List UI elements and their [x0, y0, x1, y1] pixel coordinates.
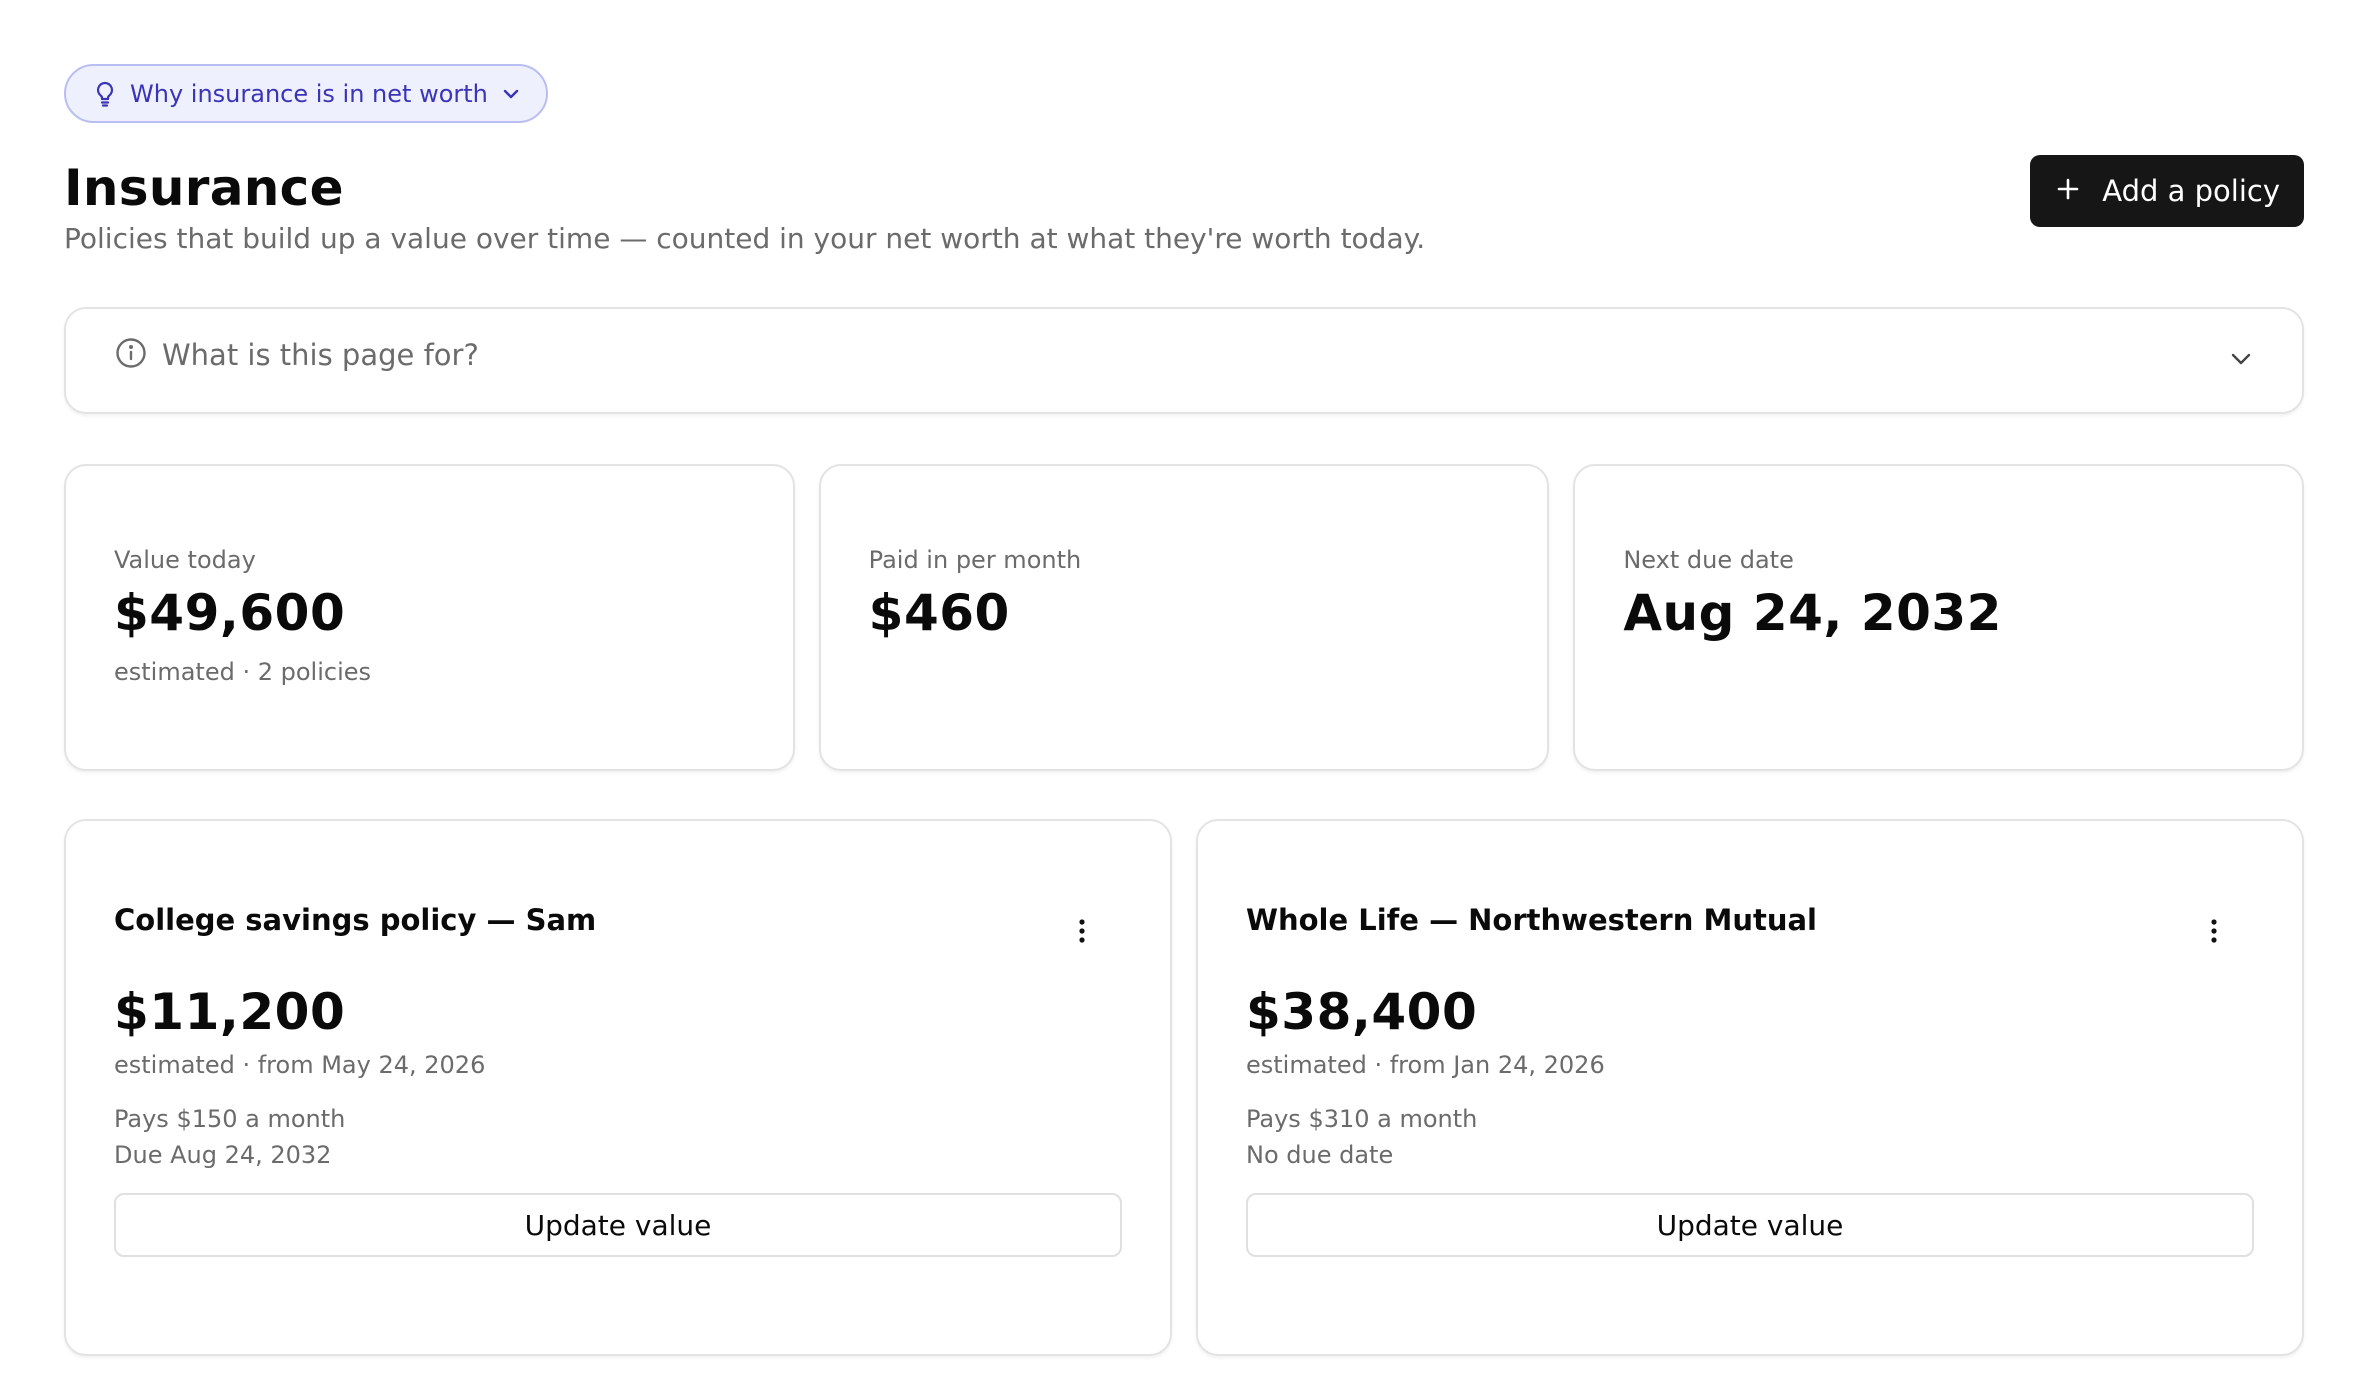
add-policy-label: Add a policy	[2102, 174, 2280, 208]
stat-card-paid-per-month: Paid in per month $460	[818, 464, 1550, 771]
stat-label: Value today	[114, 546, 256, 574]
policy-list: College savings policy — Sam $11,200 est…	[64, 819, 2304, 1356]
chevron-down-icon	[502, 88, 520, 100]
policy-payment: Pays $150 a month	[114, 1105, 346, 1133]
stat-value: Aug 24, 2032	[1623, 584, 2002, 642]
policy-due-date: Due Aug 24, 2032	[114, 1141, 332, 1169]
policy-value: $11,200	[114, 983, 346, 1041]
chevron-down-icon	[2230, 351, 2252, 370]
faq-label: What is this page for?	[162, 337, 479, 372]
plus-icon	[2056, 174, 2080, 208]
add-policy-button[interactable]: Add a policy	[2030, 155, 2304, 227]
header-text: Insurance Policies that build up a value…	[64, 159, 1426, 256]
policy-card: College savings policy — Sam $11,200 est…	[64, 819, 1172, 1356]
stat-subtext: estimated · 2 policies	[114, 658, 372, 686]
faq-header: What is this page for?	[114, 336, 479, 374]
policy-card: Whole Life — Northwestern Mutual $38,400…	[1196, 819, 2304, 1356]
lightbulb-icon	[94, 81, 116, 107]
policy-estimate-note: estimated · from May 24, 2026	[114, 1051, 486, 1079]
stat-label: Paid in per month	[868, 546, 1082, 574]
stat-value: $460	[868, 584, 1010, 642]
policy-due-date: No due date	[1246, 1141, 1394, 1169]
policy-payment: Pays $310 a month	[1246, 1105, 1478, 1133]
stat-card-next-due-date: Next due date Aug 24, 2032	[1573, 464, 2305, 771]
insurance-page: Why insurance is in net worth Insurance …	[0, 0, 2368, 1400]
page-subtitle: Policies that build up a value over time…	[64, 222, 1426, 255]
page-header: Insurance Policies that build up a value…	[64, 155, 2304, 256]
policy-estimate-note: estimated · from Jan 24, 2026	[1246, 1051, 1605, 1079]
stat-label: Next due date	[1623, 546, 1794, 574]
why-insurance-label: Why insurance is in net worth	[130, 79, 488, 108]
policy-title: College savings policy — Sam	[114, 903, 597, 937]
more-vertical-icon[interactable]	[1064, 911, 1100, 951]
stat-value: $49,600	[114, 584, 346, 642]
update-value-button[interactable]: Update value	[1246, 1193, 2254, 1257]
update-value-button[interactable]: Update value	[114, 1193, 1122, 1257]
page-help-accordion[interactable]: What is this page for?	[64, 307, 2304, 414]
info-icon	[114, 336, 148, 374]
policy-value: $38,400	[1246, 983, 1478, 1041]
why-insurance-toggle[interactable]: Why insurance is in net worth	[64, 64, 548, 123]
policy-title: Whole Life — Northwestern Mutual	[1246, 903, 1817, 937]
stat-card-value-today: Value today $49,600 estimated · 2 polici…	[64, 464, 795, 771]
more-vertical-icon[interactable]	[2196, 911, 2232, 951]
summary-stats: Value today $49,600 estimated · 2 polici…	[64, 464, 2305, 771]
page-title: Insurance	[64, 159, 344, 217]
